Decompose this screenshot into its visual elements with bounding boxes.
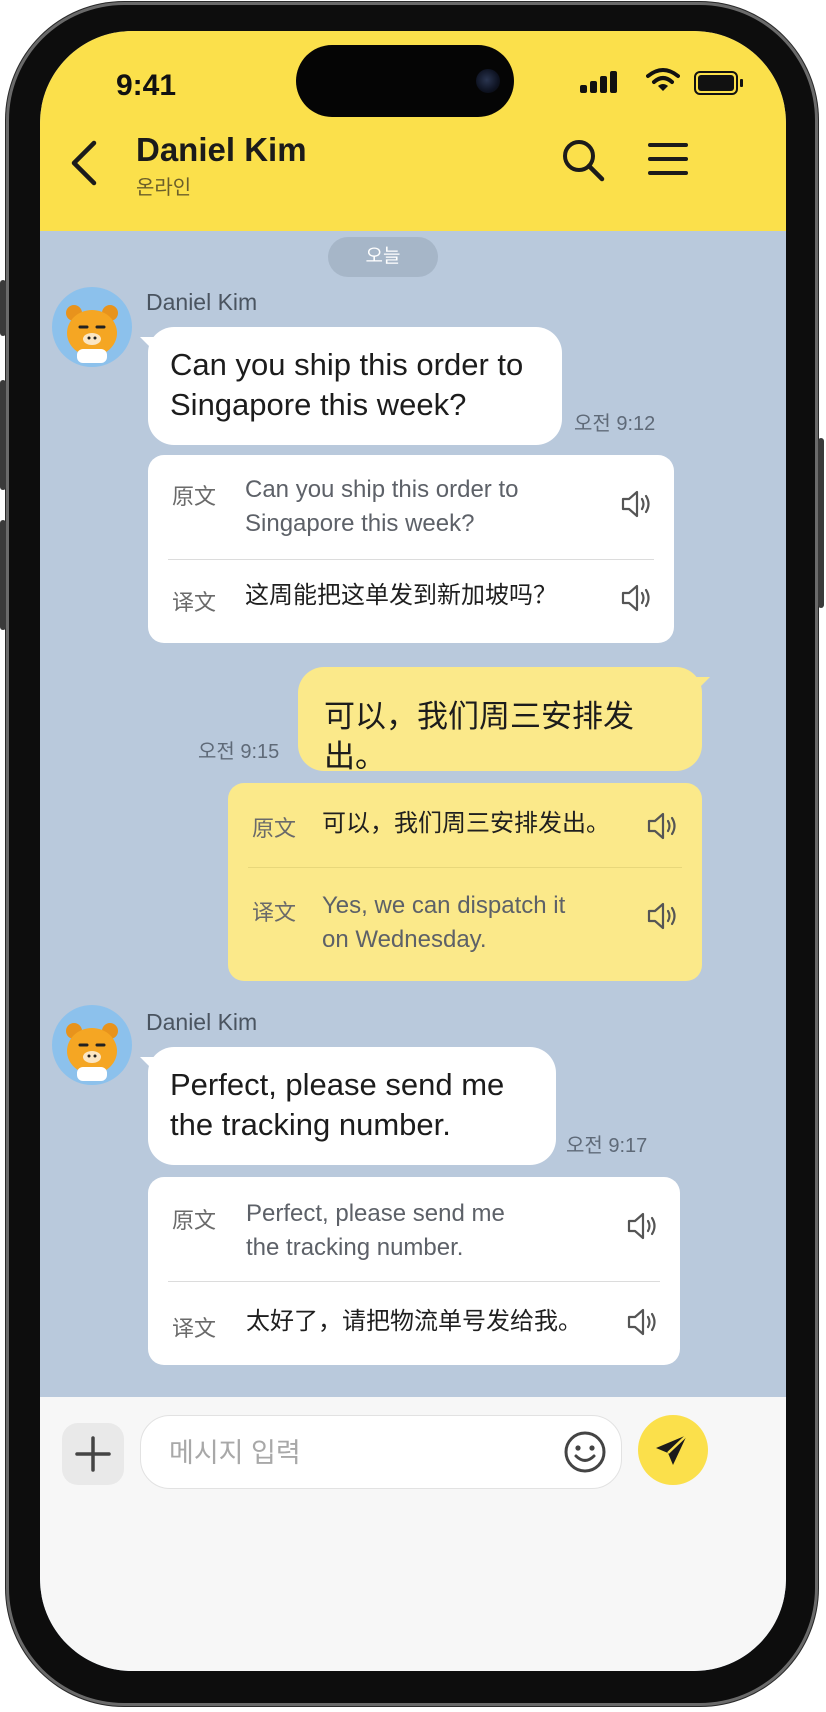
original-line: Can you ship this order to	[245, 476, 519, 503]
original-text: Perfect, please send me the tracking num…	[246, 1197, 505, 1265]
original-line: Singapore this week?	[245, 510, 475, 537]
message-line: 可以，我们周三安排发出。	[324, 699, 634, 774]
chat-status: 온라인	[136, 177, 192, 199]
message-line: Perfect, please send me	[170, 1067, 505, 1102]
original-line: the tracking number.	[246, 1234, 464, 1261]
search-icon[interactable]	[558, 135, 608, 185]
front-camera	[476, 69, 500, 93]
attach-button[interactable]	[62, 1423, 124, 1485]
chat-header: 9:41 Daniel Kim 온라인	[40, 31, 786, 231]
original-text: 可以，我们周三安排发出。	[322, 807, 610, 841]
message-time: 오전 9:15	[198, 741, 280, 763]
speaker-icon[interactable]	[646, 811, 680, 841]
message-bubble[interactable]: Perfect, please send me the tracking num…	[148, 1047, 556, 1165]
translation-divider	[168, 1281, 660, 1282]
original-label: 原文	[252, 816, 297, 841]
plus-icon	[75, 1436, 111, 1472]
translation-divider	[168, 559, 654, 560]
message-line: the tracking number.	[170, 1107, 451, 1142]
message-line: Singapore this week?	[170, 387, 467, 422]
cellular-signal-icon	[580, 71, 617, 93]
volume-up-button	[0, 380, 6, 490]
translated-line: 太好了，请把物流单号发给我。	[246, 1308, 582, 1335]
translation-card: 原文 Perfect, please send me the tracking …	[148, 1177, 680, 1365]
translated-label: 译文	[172, 590, 217, 615]
hamburger-menu-icon[interactable]	[646, 139, 690, 179]
speaker-icon[interactable]	[626, 1211, 660, 1241]
speaker-icon[interactable]	[626, 1307, 660, 1337]
speaker-icon[interactable]	[620, 489, 654, 519]
volume-down-button	[0, 520, 6, 630]
message-time: 오전 9:17	[566, 1135, 648, 1157]
sender-name: Daniel Kim	[146, 1009, 258, 1035]
phone-screen: 9:41 Daniel Kim 온라인 오늘 Daniel Kim Can yo…	[40, 31, 786, 1671]
translation-card: 原文 Can you ship this order to Singapore …	[148, 455, 674, 643]
power-button	[818, 438, 824, 608]
smiley-icon[interactable]	[561, 1428, 609, 1476]
original-line: 可以，我们周三安排发出。	[322, 810, 610, 837]
message-time: 오전 9:12	[574, 413, 656, 435]
translated-line: on Wednesday.	[322, 926, 487, 953]
avatar[interactable]	[52, 1005, 132, 1085]
ryan-avatar-icon	[66, 305, 118, 363]
avatar[interactable]	[52, 287, 132, 367]
chat-title: Daniel Kim	[136, 131, 307, 168]
mute-switch	[0, 280, 6, 336]
battery-icon	[694, 71, 743, 95]
translated-label: 译文	[172, 1316, 217, 1341]
translated-text: 这周能把这单发到新加坡吗？	[245, 579, 557, 613]
original-label: 原文	[172, 484, 217, 509]
original-text: Can you ship this order to Singapore thi…	[245, 473, 518, 541]
message-bubble[interactable]: 可以，我们周三安排发出。	[298, 667, 702, 774]
dynamic-island	[296, 45, 514, 117]
translated-text: 太好了，请把物流单号发给我。	[246, 1305, 582, 1339]
translated-text: Yes, we can dispatch it on Wednesday.	[322, 889, 565, 957]
speaker-icon[interactable]	[620, 583, 654, 613]
message-input-bar	[40, 1397, 786, 1671]
translated-label: 译文	[252, 900, 297, 925]
original-label: 原文	[172, 1208, 217, 1233]
translated-line: Yes, we can dispatch it	[322, 892, 566, 919]
wifi-icon	[646, 68, 680, 91]
back-button[interactable]	[62, 137, 110, 189]
translation-divider	[248, 867, 682, 868]
translation-card: 原文 可以，我们周三安排发出。 译文 Yes, we can dispatch …	[228, 783, 702, 981]
message-input-field[interactable]	[140, 1415, 622, 1489]
paper-plane-icon	[656, 1434, 688, 1465]
original-line: Perfect, please send me	[246, 1200, 505, 1227]
message-input[interactable]	[167, 1434, 531, 1472]
message-line: Can you ship this order to	[170, 347, 524, 382]
send-button[interactable]	[638, 1415, 708, 1485]
translated-line: 这周能把这单发到新加坡吗？	[245, 582, 557, 609]
ryan-avatar-icon	[66, 1023, 118, 1081]
sender-name: Daniel Kim	[146, 289, 258, 315]
date-divider: 오늘	[328, 237, 438, 277]
speaker-icon[interactable]	[646, 901, 680, 931]
status-time: 9:41	[116, 69, 177, 102]
message-bubble[interactable]: Can you ship this order to Singapore thi…	[148, 327, 562, 445]
